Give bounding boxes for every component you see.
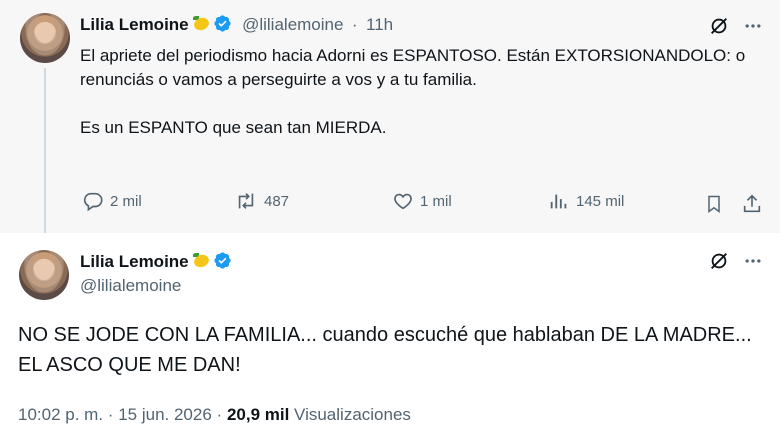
bookmark-icon	[708, 195, 720, 213]
more-icon[interactable]	[738, 246, 768, 276]
grok-icon[interactable]	[704, 11, 734, 41]
separator-dot: ·	[107, 405, 114, 424]
repost-icon	[238, 193, 254, 209]
views-count: 145 mil	[576, 192, 625, 210]
avatar[interactable]	[20, 13, 70, 63]
tweet-header: Lilia Lemoine @lilialemoine · 11h	[80, 14, 393, 35]
like-icon	[394, 193, 412, 210]
like-count: 1 mil	[420, 192, 452, 210]
author-handle[interactable]: @lilialemoine	[242, 15, 343, 34]
share-button[interactable]	[737, 189, 767, 219]
author-name[interactable]: Lilia Lemoine	[80, 252, 189, 271]
tweet-date[interactable]: 15 jun. 2026	[118, 405, 212, 424]
verified-badge-icon	[214, 252, 231, 269]
author-name[interactable]: Lilia Lemoine	[80, 15, 189, 34]
repost-count: 487	[264, 192, 290, 210]
separator-dot: ·	[351, 15, 358, 34]
grok-icon[interactable]	[704, 246, 734, 276]
tweet-meta: 10:02 p. m. · 15 jun. 2026 · 20,9 mil Vi…	[18, 405, 411, 425]
lemon-emoji-icon	[192, 16, 210, 32]
tweet-text-paragraph: Es un ESPANTO que sean tan MIERDA.	[80, 118, 387, 137]
author-handle[interactable]: @lilialemoine	[80, 276, 181, 296]
avatar[interactable]	[19, 250, 69, 300]
views-icon	[550, 194, 567, 209]
share-icon	[743, 194, 761, 213]
verified-badge-icon	[214, 15, 231, 32]
tweet-time[interactable]: 10:02 p. m.	[18, 405, 103, 424]
lemon-emoji-icon	[192, 253, 210, 269]
bookmark-button[interactable]	[699, 189, 729, 219]
views-button[interactable]: 145 mil	[548, 190, 624, 212]
tweet-header: Lilia Lemoine	[80, 251, 232, 272]
parent-tweet[interactable]: Lilia Lemoine @lilialemoine · 11h El apr…	[0, 0, 780, 233]
tweet-time[interactable]: 11h	[366, 15, 393, 34]
tweet-text-paragraph: El apriete del periodismo hacia Adorni e…	[80, 46, 746, 89]
repost-button[interactable]: 487	[234, 190, 289, 212]
views-label: Visualizaciones	[294, 405, 411, 424]
views-count: 20,9 mil	[226, 405, 290, 424]
tweet-text: El apriete del periodismo hacia Adorni e…	[80, 44, 760, 164]
tweet-text: NO SE JODE CON LA FAMILIA... cuando escu…	[18, 324, 752, 376]
reply-count: 2 mil	[110, 192, 142, 210]
reply-button[interactable]: 2 mil	[82, 190, 142, 212]
main-tweet: Lilia Lemoine @lilialemoine NO SE JODE C…	[0, 233, 780, 445]
thread-connector-line	[44, 68, 46, 233]
more-icon[interactable]	[738, 11, 768, 41]
reply-icon	[83, 192, 103, 212]
like-button[interactable]: 1 mil	[392, 190, 452, 212]
separator-dot: ·	[216, 405, 223, 424]
